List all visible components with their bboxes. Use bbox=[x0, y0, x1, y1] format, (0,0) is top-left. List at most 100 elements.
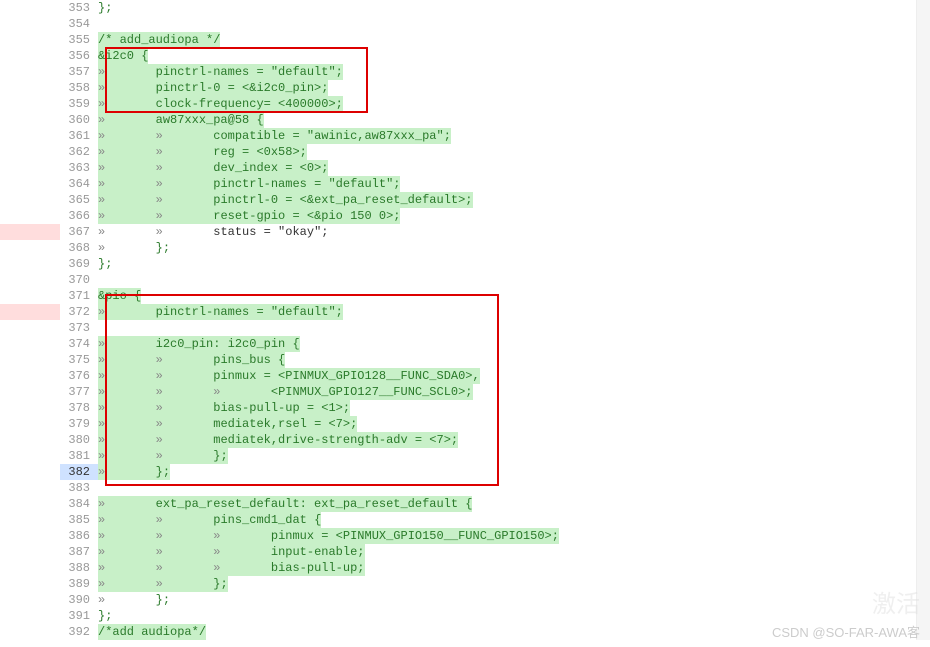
line-number: 362 bbox=[60, 144, 98, 160]
code-content: » » pins_bus { bbox=[98, 352, 930, 368]
left-change-gutter bbox=[0, 0, 60, 640]
line-number: 372 bbox=[60, 304, 98, 320]
code-line[interactable]: 367» » status = "okay"; bbox=[60, 224, 930, 240]
code-content: » pinctrl-names = "default"; bbox=[98, 64, 930, 80]
code-content: }; bbox=[98, 608, 930, 624]
line-number: 383 bbox=[60, 480, 98, 496]
code-line[interactable]: 377» » » <PINMUX_GPIO127__FUNC_SCL0>; bbox=[60, 384, 930, 400]
left-gutter-row bbox=[0, 96, 60, 112]
code-line[interactable]: 363» » dev_index = <0>; bbox=[60, 160, 930, 176]
left-gutter-row bbox=[0, 432, 60, 448]
code-line[interactable]: 371&pio { bbox=[60, 288, 930, 304]
code-line[interactable]: 365» » pinctrl-0 = <&ext_pa_reset_defaul… bbox=[60, 192, 930, 208]
code-content: » » » <PINMUX_GPIO127__FUNC_SCL0>; bbox=[98, 384, 930, 400]
left-gutter-row bbox=[0, 592, 60, 608]
left-gutter-row bbox=[0, 608, 60, 624]
line-number: 386 bbox=[60, 528, 98, 544]
code-content bbox=[98, 272, 930, 288]
code-content: » » » input-enable; bbox=[98, 544, 930, 560]
left-gutter-row bbox=[0, 176, 60, 192]
code-line[interactable]: 385» » pins_cmd1_dat { bbox=[60, 512, 930, 528]
line-number: 379 bbox=[60, 416, 98, 432]
left-gutter-row bbox=[0, 256, 60, 272]
code-line[interactable]: 388» » » bias-pull-up; bbox=[60, 560, 930, 576]
code-line[interactable]: 376» » pinmux = <PINMUX_GPIO128__FUNC_SD… bbox=[60, 368, 930, 384]
code-line[interactable]: 389» » }; bbox=[60, 576, 930, 592]
code-content: » » }; bbox=[98, 448, 930, 464]
code-line[interactable]: 386» » » pinmux = <PINMUX_GPIO150__FUNC_… bbox=[60, 528, 930, 544]
code-line[interactable]: 372» pinctrl-names = "default"; bbox=[60, 304, 930, 320]
code-line[interactable]: 379» » mediatek,rsel = <7>; bbox=[60, 416, 930, 432]
left-gutter-row bbox=[0, 416, 60, 432]
code-line[interactable]: 361» » compatible = "awinic,aw87xxx_pa"; bbox=[60, 128, 930, 144]
left-gutter-row bbox=[0, 400, 60, 416]
code-line[interactable]: 368» }; bbox=[60, 240, 930, 256]
code-content: » » status = "okay"; bbox=[98, 224, 930, 240]
code-line[interactable]: 358» pinctrl-0 = <&i2c0_pin>; bbox=[60, 80, 930, 96]
code-content: » » dev_index = <0>; bbox=[98, 160, 930, 176]
line-number: 378 bbox=[60, 400, 98, 416]
code-line[interactable]: 392/*add audiopa*/ bbox=[60, 624, 930, 640]
line-number: 374 bbox=[60, 336, 98, 352]
left-gutter-row bbox=[0, 288, 60, 304]
code-content: » » }; bbox=[98, 576, 930, 592]
line-number: 389 bbox=[60, 576, 98, 592]
code-line[interactable]: 353}; bbox=[60, 0, 930, 16]
code-line[interactable]: 391}; bbox=[60, 608, 930, 624]
code-line[interactable]: 373 bbox=[60, 320, 930, 336]
code-content: » }; bbox=[98, 464, 930, 480]
code-line[interactable]: 354 bbox=[60, 16, 930, 32]
line-number: 390 bbox=[60, 592, 98, 608]
code-content: » i2c0_pin: i2c0_pin { bbox=[98, 336, 930, 352]
code-line[interactable]: 362» » reg = <0x58>; bbox=[60, 144, 930, 160]
code-line[interactable]: 390» }; bbox=[60, 592, 930, 608]
left-gutter-row bbox=[0, 64, 60, 80]
code-line[interactable]: 387» » » input-enable; bbox=[60, 544, 930, 560]
code-line[interactable]: 383 bbox=[60, 480, 930, 496]
code-pane[interactable]: 353};354355/* add_audiopa */356&i2c0 {35… bbox=[60, 0, 930, 640]
code-content: » » bias-pull-up = <1>; bbox=[98, 400, 930, 416]
code-line[interactable]: 370 bbox=[60, 272, 930, 288]
code-line[interactable]: 374» i2c0_pin: i2c0_pin { bbox=[60, 336, 930, 352]
line-number: 380 bbox=[60, 432, 98, 448]
code-line[interactable]: 382» }; bbox=[60, 464, 930, 480]
code-content bbox=[98, 16, 930, 32]
left-gutter-row bbox=[0, 16, 60, 32]
code-line[interactable]: 369}; bbox=[60, 256, 930, 272]
line-number: 392 bbox=[60, 624, 98, 640]
line-number: 391 bbox=[60, 608, 98, 624]
code-line[interactable]: 356&i2c0 { bbox=[60, 48, 930, 64]
left-gutter-row bbox=[0, 368, 60, 384]
line-number: 363 bbox=[60, 160, 98, 176]
line-number: 354 bbox=[60, 16, 98, 32]
code-line[interactable]: 378» » bias-pull-up = <1>; bbox=[60, 400, 930, 416]
code-content: &i2c0 { bbox=[98, 48, 930, 64]
line-number: 368 bbox=[60, 240, 98, 256]
code-line[interactable]: 357» pinctrl-names = "default"; bbox=[60, 64, 930, 80]
line-number: 384 bbox=[60, 496, 98, 512]
code-line[interactable]: 384» ext_pa_reset_default: ext_pa_reset_… bbox=[60, 496, 930, 512]
code-content: » » mediatek,rsel = <7>; bbox=[98, 416, 930, 432]
line-number: 371 bbox=[60, 288, 98, 304]
line-number: 377 bbox=[60, 384, 98, 400]
line-number: 367 bbox=[60, 224, 98, 240]
code-line[interactable]: 381» » }; bbox=[60, 448, 930, 464]
code-line[interactable]: 360» aw87xxx_pa@58 { bbox=[60, 112, 930, 128]
left-gutter-row bbox=[0, 448, 60, 464]
code-line[interactable]: 380» » mediatek,drive-strength-adv = <7>… bbox=[60, 432, 930, 448]
left-gutter-row bbox=[0, 528, 60, 544]
code-line[interactable]: 355/* add_audiopa */ bbox=[60, 32, 930, 48]
code-content: » ext_pa_reset_default: ext_pa_reset_def… bbox=[98, 496, 930, 512]
left-gutter-row bbox=[0, 272, 60, 288]
left-gutter-row bbox=[0, 112, 60, 128]
code-line[interactable]: 359» clock-frequency= <400000>; bbox=[60, 96, 930, 112]
code-content bbox=[98, 480, 930, 496]
code-line[interactable]: 375» » pins_bus { bbox=[60, 352, 930, 368]
left-gutter-row bbox=[0, 352, 60, 368]
code-line[interactable]: 364» » pinctrl-names = "default"; bbox=[60, 176, 930, 192]
line-number: 370 bbox=[60, 272, 98, 288]
left-gutter-row bbox=[0, 240, 60, 256]
line-number: 382 bbox=[60, 464, 98, 480]
left-gutter-row bbox=[0, 224, 60, 240]
code-line[interactable]: 366» » reset-gpio = <&pio 150 0>; bbox=[60, 208, 930, 224]
